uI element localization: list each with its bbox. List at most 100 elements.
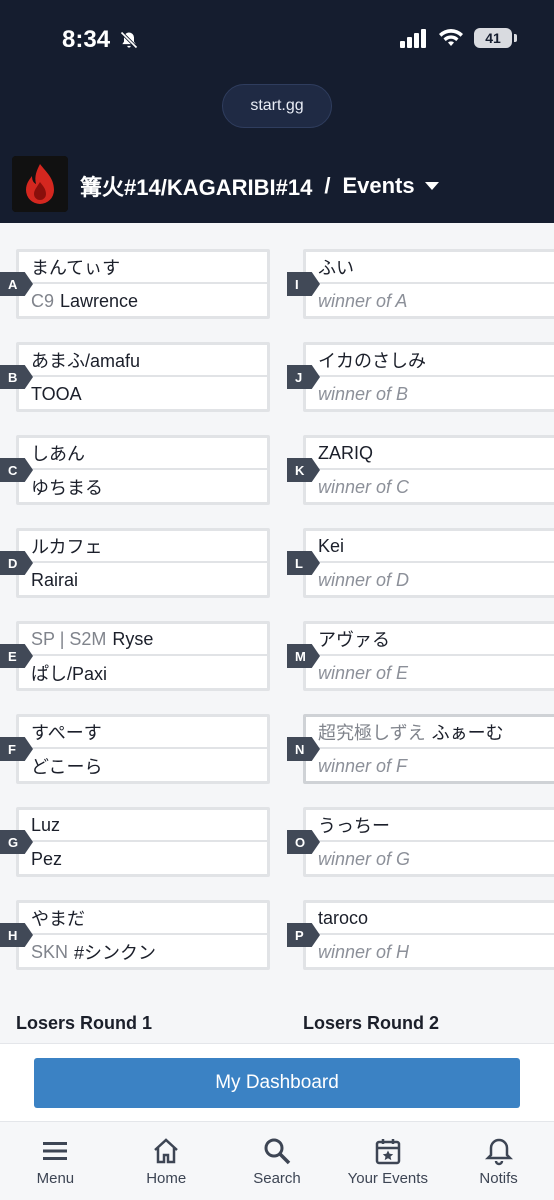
match-card[interactable]: ふい winner of A — [303, 249, 554, 319]
player-slot-pending: winner of F — [306, 750, 554, 782]
player-slot[interactable]: すぺーす — [19, 717, 267, 749]
player-slot[interactable]: TOOA — [19, 378, 267, 410]
event-logo[interactable] — [12, 156, 68, 212]
match-card[interactable]: あまふ/amafu TOOA — [16, 342, 270, 412]
player-name: Pez — [31, 848, 63, 869]
player-name: アヴァる — [318, 630, 390, 650]
nav-label: Menu — [36, 1170, 75, 1187]
bracket-match[interactable]: G Luz Pez — [0, 807, 290, 877]
match-card[interactable]: まんてぃす C9 Lawrence — [16, 249, 270, 319]
nav-your-events[interactable]: Your Events — [332, 1122, 443, 1200]
tournament-name: 篝火#14/KAGARIBI#14 — [80, 175, 313, 200]
player-prefix: SP | S2M — [31, 628, 107, 649]
match-card[interactable]: SP | S2M Ryse ぱし/Paxi — [16, 621, 270, 691]
match-card[interactable]: アヴァる winner of E — [303, 621, 554, 691]
my-dashboard-button[interactable]: My Dashboard — [34, 1058, 520, 1108]
player-slot[interactable]: ゆちまる — [19, 471, 267, 503]
match-card[interactable]: 超究極しずえ ふぁーむ winner of F — [303, 714, 554, 784]
player-slot[interactable]: イカのさしみ — [306, 345, 554, 377]
player-name: taroco — [318, 907, 369, 928]
match-card[interactable]: Luz Pez — [16, 807, 270, 877]
search-icon — [264, 1138, 291, 1165]
bracket-match[interactable]: C しあん ゆちまる — [0, 435, 290, 505]
bracket-view[interactable]: A まんてぃす C9 Lawrence B あまふ/amafu TOOA C しあん ゆちまる D ル… — [0, 223, 554, 1043]
player-slot[interactable]: まんてぃす — [19, 252, 267, 284]
player-name: やまだ — [31, 909, 85, 929]
bracket-match[interactable]: D ルカフェ Rairai — [0, 528, 290, 598]
player-slot[interactable]: あまふ/amafu — [19, 345, 267, 377]
bracket-match[interactable]: F すぺーす どこーら — [0, 714, 290, 784]
nav-menu[interactable]: Menu — [0, 1122, 111, 1200]
status-indicators: 41 — [400, 28, 517, 48]
match-card[interactable]: ZARIQ winner of C — [303, 435, 554, 505]
player-name: Lawrence — [60, 290, 139, 311]
match-card[interactable]: Kei winner of D — [303, 528, 554, 598]
player-slot[interactable]: SKN #シンクン — [19, 936, 267, 968]
player-slot[interactable]: ふい — [306, 252, 554, 284]
bracket-match[interactable]: O うっちー winner of G — [287, 807, 554, 877]
player-prefix: 超究極しずえ — [318, 723, 426, 743]
player-slot[interactable]: ルカフェ — [19, 531, 267, 563]
nav-search[interactable]: Search — [222, 1122, 333, 1200]
player-slot[interactable]: やまだ — [19, 903, 267, 935]
bracket-match[interactable]: B あまふ/amafu TOOA — [0, 342, 290, 412]
player-slot[interactable]: Rairai — [19, 564, 267, 596]
player-slot[interactable]: SP | S2M Ryse — [19, 624, 267, 656]
bracket-match[interactable]: Ptaroco winner of H — [287, 900, 554, 970]
match-card[interactable]: ルカフェ Rairai — [16, 528, 270, 598]
page-title[interactable]: 篝火#14/KAGARIBI#14 / Events — [80, 170, 439, 202]
winner-placeholder: winner of F — [318, 755, 408, 776]
match-card[interactable]: しあんゆちまる — [16, 435, 270, 505]
player-name: Rairai — [31, 569, 79, 590]
winner-placeholder: winner of E — [318, 662, 409, 683]
match-card[interactable]: やまだ SKN #シンクン — [16, 900, 270, 970]
nav-notifs[interactable]: Notifs — [443, 1122, 554, 1200]
bracket-match[interactable]: J イカのさしみ winner of B — [287, 342, 554, 412]
player-slot[interactable]: アヴァる — [306, 624, 554, 656]
wifi-icon — [439, 29, 463, 46]
match-card[interactable]: イカのさしみ winner of B — [303, 342, 554, 412]
bracket-match[interactable]: H やまだ SKN #シンクン — [0, 900, 290, 970]
player-slot[interactable]: taroco — [306, 903, 554, 935]
dashboard-bar: My Dashboard — [0, 1043, 554, 1121]
bracket-match[interactable]: M アヴァる winner of E — [287, 621, 554, 691]
calendar-star-icon — [375, 1139, 401, 1165]
bracket-match[interactable]: E SP | S2M Ryse ぱし/Paxi — [0, 621, 290, 691]
bracket-match[interactable]: I ふい winner of A — [287, 249, 554, 319]
player-name: ぱし/Paxi — [31, 664, 108, 684]
player-name: TOOA — [31, 383, 82, 404]
player-slot[interactable]: Luz — [19, 810, 267, 842]
player-slot[interactable]: Kei — [306, 531, 554, 563]
player-slot[interactable]: うっちー — [306, 810, 554, 842]
nav-label: Search — [253, 1170, 301, 1187]
chevron-down-icon — [424, 182, 439, 190]
player-slot[interactable]: しあん — [19, 438, 267, 470]
player-name: ZARIQ — [318, 442, 374, 463]
nav-home[interactable]: Home — [111, 1122, 222, 1200]
bracket-match[interactable]: A まんてぃす C9 Lawrence — [0, 249, 290, 319]
player-slot[interactable]: 超究極しずえ ふぁーむ — [306, 717, 554, 749]
player-slot[interactable]: Pez — [19, 843, 267, 875]
player-slot[interactable]: ぱし/Paxi — [19, 657, 267, 689]
bracket-match[interactable]: K ZARIQ winner of C — [287, 435, 554, 505]
bracket-match[interactable]: L Kei winner of D — [287, 528, 554, 598]
bracket-match[interactable]: N 超究極しずえ ふぁーむ winner of F — [287, 714, 554, 784]
bottom-nav: Menu Home Search Your Events Notifs — [0, 1121, 554, 1200]
nav-label: Home — [146, 1170, 187, 1187]
url-bar[interactable]: start.gg — [222, 84, 332, 128]
battery-indicator: 41 — [474, 28, 517, 48]
player-slot-pending: winner of B — [306, 378, 554, 410]
player-name: しあん — [31, 444, 85, 464]
player-slot[interactable]: どこーら — [19, 750, 267, 782]
match-card[interactable]: すぺーす どこーら — [16, 714, 270, 784]
player-slot-pending: winner of A — [306, 285, 554, 317]
round-label-2: Losers Round 2 — [303, 1013, 440, 1033]
match-card[interactable]: taroco winner of H — [303, 900, 554, 970]
winner-placeholder: winner of G — [318, 848, 411, 869]
player-slot[interactable]: ZARIQ — [306, 438, 554, 470]
winner-placeholder: winner of H — [318, 941, 410, 962]
player-name: ふい — [318, 258, 354, 278]
match-card[interactable]: うっちー winner of G — [303, 807, 554, 877]
winner-placeholder: winner of B — [318, 383, 409, 404]
player-slot[interactable]: C9 Lawrence — [19, 285, 267, 317]
